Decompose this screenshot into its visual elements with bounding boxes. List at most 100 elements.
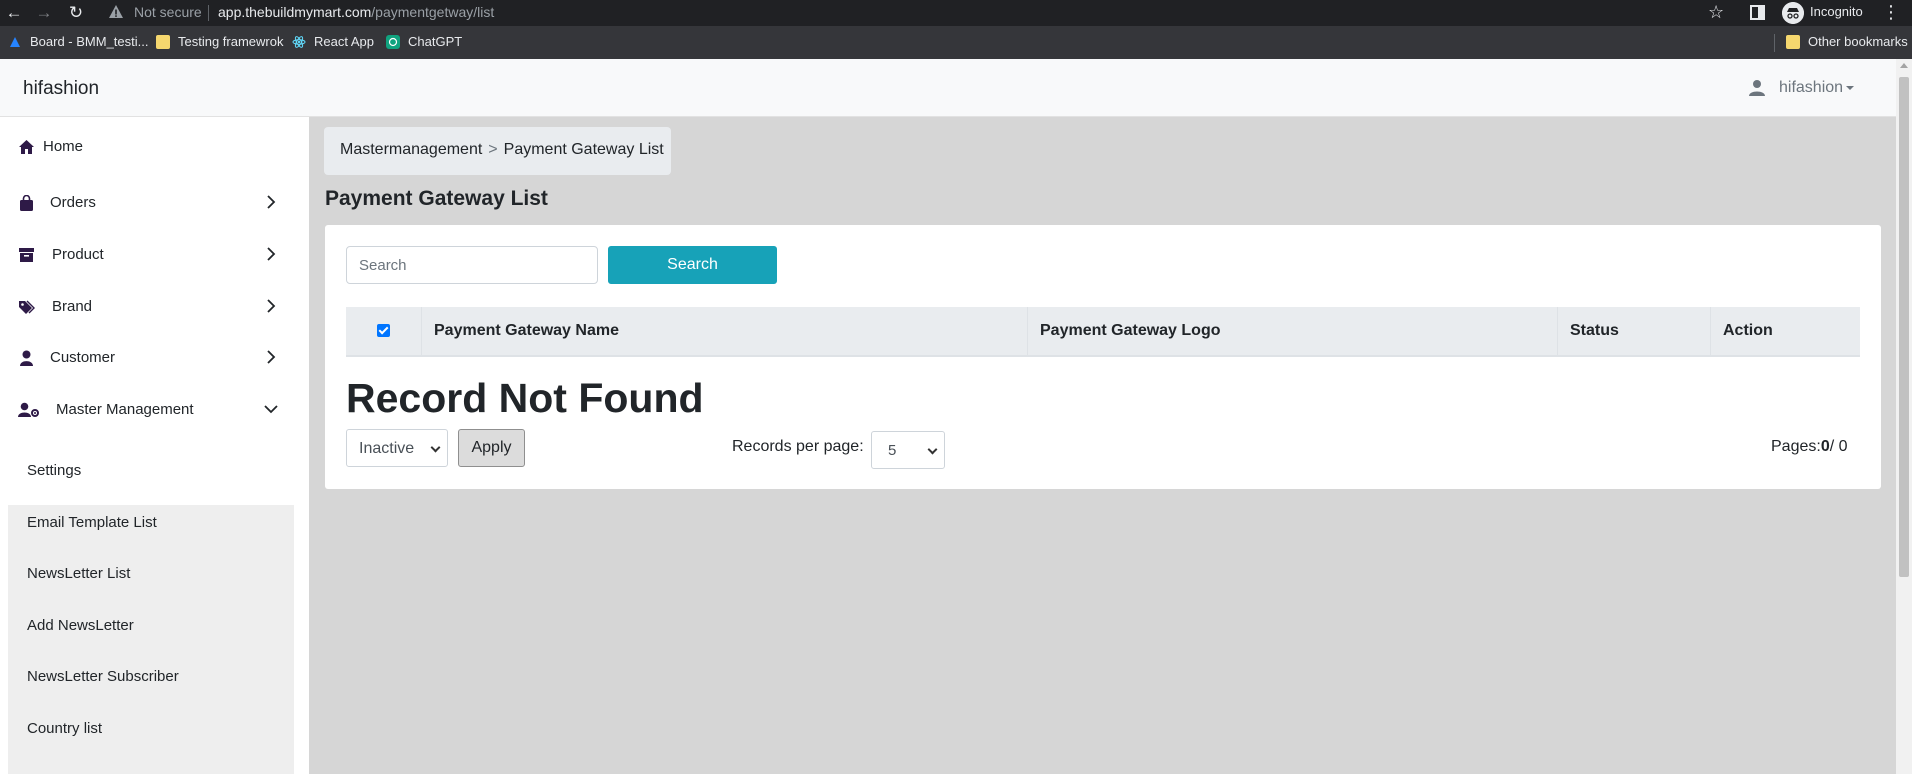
chevron-down-icon xyxy=(927,444,938,455)
submenu-item-email-template-list[interactable]: Email Template List xyxy=(27,514,157,531)
chevron-right-icon xyxy=(267,350,276,364)
other-bookmarks[interactable]: Other bookmarks xyxy=(1786,34,1908,49)
sidebar-item-master-management[interactable]: Master Management xyxy=(0,388,309,432)
home-icon xyxy=(19,140,34,154)
divider xyxy=(1774,34,1775,52)
bookmark-label: Testing framewrok xyxy=(178,34,284,49)
folder-icon xyxy=(1786,34,1800,49)
chevron-right-icon xyxy=(267,247,276,261)
side-panel-icon[interactable] xyxy=(1750,5,1765,20)
submenu-item-newsletter-subscriber[interactable]: NewsLetter Subscriber xyxy=(27,668,179,685)
chevron-right-icon xyxy=(267,195,276,209)
sidebar-item-brand[interactable]: Brand xyxy=(0,285,309,329)
sidebar-item-label: Orders xyxy=(50,194,96,211)
bookmark-star-icon[interactable]: ☆ xyxy=(1708,2,1724,23)
top-navbar: hifashion hifashion xyxy=(0,59,1896,117)
pagination-info: Pages:0/ 0 xyxy=(1771,438,1848,456)
bookmark-item[interactable]: React App xyxy=(292,34,374,49)
apply-button[interactable]: Apply xyxy=(458,429,525,467)
reload-icon[interactable]: ↻ xyxy=(66,3,86,23)
react-icon xyxy=(292,35,306,48)
submenu-item-settings[interactable]: Settings xyxy=(27,462,81,479)
breadcrumb-separator: > xyxy=(488,141,498,158)
records-per-page-label: Records per page: xyxy=(732,438,864,455)
chevron-down-icon xyxy=(264,405,278,414)
sidebar-item-label: Home xyxy=(43,138,84,155)
column-header[interactable]: Payment Gateway Name xyxy=(422,307,1028,355)
url-host: app.thebuildmymart.com xyxy=(218,4,372,20)
status-select-value: Inactive xyxy=(359,440,415,457)
sidebar-item-label: Product xyxy=(52,246,104,263)
bookmark-item[interactable]: ChatGPT xyxy=(386,34,462,49)
url-text[interactable]: app.thebuildmymart.com/paymentgetway/lis… xyxy=(218,4,494,20)
submenu-item-add-newsletter[interactable]: Add NewsLetter xyxy=(27,617,134,634)
bookmark-label: React App xyxy=(314,34,374,49)
sidebar-item-customer[interactable]: Customer xyxy=(0,336,309,380)
browser-menu-icon[interactable]: ⋮ xyxy=(1882,2,1900,23)
chevron-down-icon xyxy=(430,442,441,453)
bookmark-item[interactable]: Board - BMM_testi... xyxy=(8,34,148,49)
select-all-checkbox[interactable] xyxy=(377,324,390,337)
other-bookmarks-label: Other bookmarks xyxy=(1808,34,1908,49)
warning-icon xyxy=(109,5,123,18)
back-icon[interactable]: ← xyxy=(4,3,24,23)
chevron-right-icon xyxy=(267,299,276,313)
records-per-page-value: 5 xyxy=(888,442,897,459)
page: hifashion hifashion Home Orders Product … xyxy=(0,59,1912,774)
breadcrumb-parent[interactable]: Mastermanagement xyxy=(340,141,482,158)
column-header[interactable]: Payment Gateway Logo xyxy=(1028,307,1558,355)
address-bar[interactable]: Not secure app.thebuildmymart.com/paymen… xyxy=(100,0,1740,26)
security-label: Not secure xyxy=(134,4,202,20)
main-content: Mastermanagement > Payment Gateway List Pa… xyxy=(309,117,1896,774)
submenu-item-newsletter-list[interactable]: NewsLetter List xyxy=(27,565,130,582)
user-icon[interactable] xyxy=(1748,79,1766,97)
sidebar-item-product[interactable]: Product xyxy=(0,233,309,277)
incognito-icon[interactable] xyxy=(1782,2,1804,24)
bag-icon xyxy=(20,195,33,211)
forward-icon[interactable]: → xyxy=(34,3,54,23)
column-header[interactable]: Action xyxy=(1711,307,1860,355)
browser-toolbar: ← → ↻ Not secure app.thebuildmymart.com/… xyxy=(0,0,1912,26)
scroll-up-icon[interactable] xyxy=(1900,63,1908,68)
search-input[interactable] xyxy=(346,246,598,284)
user-icon xyxy=(20,350,33,366)
chatgpt-icon xyxy=(386,34,400,49)
search-button[interactable]: Search xyxy=(608,246,777,284)
empty-message: Record Not Found xyxy=(346,375,704,421)
user-gear-icon xyxy=(18,402,39,417)
sidebar-item-orders[interactable]: Orders xyxy=(0,181,309,225)
column-header[interactable]: Status xyxy=(1558,307,1711,355)
folder-icon xyxy=(156,34,170,49)
sidebar-item-label: Master Management xyxy=(56,401,194,418)
submenu-item-country-list[interactable]: Country list xyxy=(27,720,102,737)
bookmarks-bar: Board - BMM_testi... Testing framewrok R… xyxy=(0,26,1912,59)
sidebar-item-label: Brand xyxy=(52,298,93,315)
select-all-cell xyxy=(346,307,422,355)
url-path: /paymentgetway/list xyxy=(371,4,495,20)
page-title: Payment Gateway List xyxy=(325,187,548,210)
pages-total: / 0 xyxy=(1829,438,1848,455)
divider xyxy=(208,5,209,21)
trello-icon xyxy=(10,36,20,47)
scrollbar-thumb[interactable] xyxy=(1899,77,1909,577)
tags-icon xyxy=(19,300,35,314)
archive-icon xyxy=(19,248,34,262)
bookmark-item[interactable]: Testing framewrok xyxy=(156,34,283,49)
records-per-page-select[interactable]: 5 xyxy=(871,431,945,469)
caret-down-icon[interactable] xyxy=(1846,86,1854,90)
breadcrumb: Mastermanagement > Payment Gateway List xyxy=(324,127,671,175)
user-menu[interactable]: hifashion xyxy=(1779,79,1843,97)
brand-name[interactable]: hifashion xyxy=(23,78,99,100)
page-scrollbar[interactable] xyxy=(1896,59,1912,774)
sidebar-item-home[interactable]: Home xyxy=(0,125,309,169)
status-select[interactable]: Inactive xyxy=(346,429,448,467)
sidebar-item-label: Customer xyxy=(50,349,116,366)
list-card: Search Payment Gateway Name Payment Gate… xyxy=(325,225,1881,489)
bookmark-label: Board - BMM_testi... xyxy=(30,34,149,49)
pages-label: Pages: xyxy=(1771,438,1821,455)
table-header: Payment Gateway Name Payment Gateway Log… xyxy=(346,307,1860,357)
pages-current: 0 xyxy=(1820,438,1830,455)
bookmark-label: ChatGPT xyxy=(408,34,463,49)
breadcrumb-current: Payment Gateway List xyxy=(503,141,664,158)
profile-label[interactable]: Incognito xyxy=(1810,4,1863,19)
